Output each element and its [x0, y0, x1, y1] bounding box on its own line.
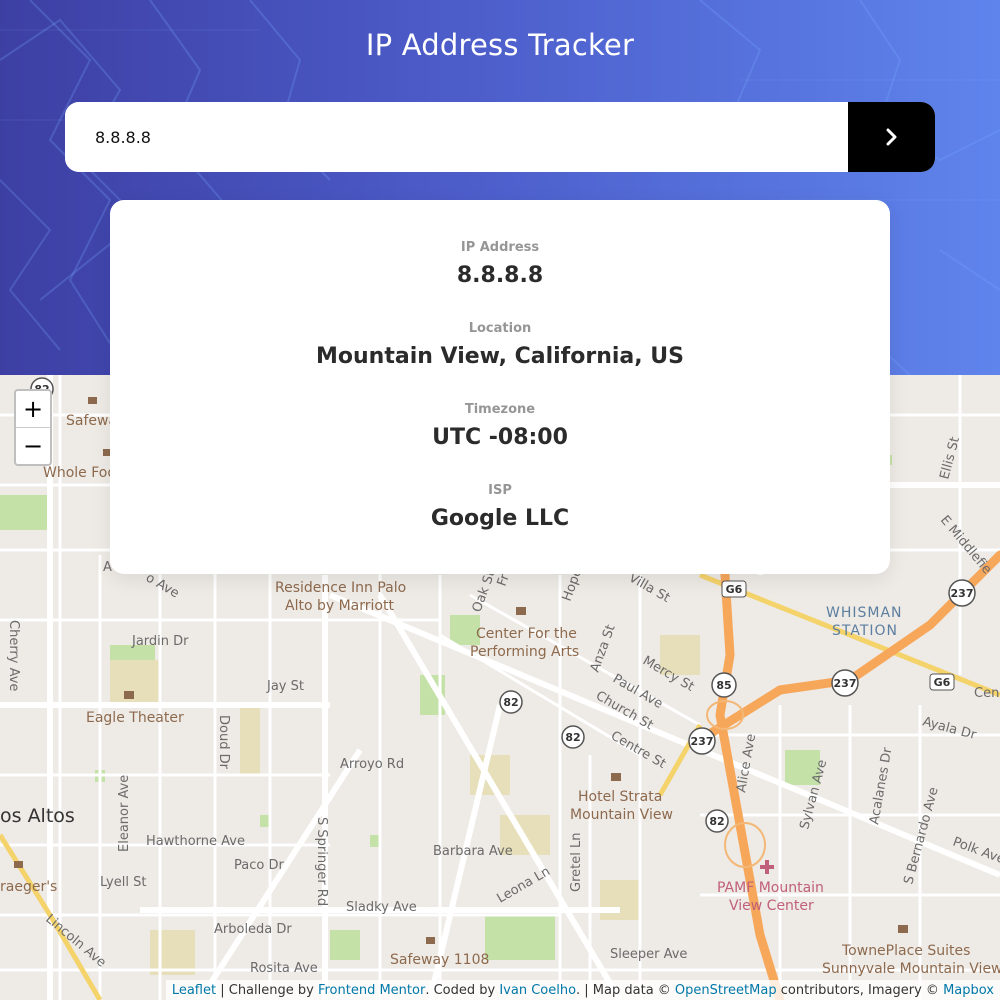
- svg-text:Arroyo Rd: Arroyo Rd: [340, 757, 404, 772]
- svg-text:Hotel Strata: Hotel Strata: [578, 789, 662, 805]
- svg-text:Arboleda Dr: Arboleda Dr: [214, 922, 292, 937]
- svg-text:Jardin Dr: Jardin Dr: [131, 634, 189, 649]
- svg-text:WHISMAN: WHISMAN: [826, 605, 903, 621]
- location-label: Location: [468, 321, 532, 336]
- ip-search-input[interactable]: [65, 102, 848, 172]
- svg-text:Mountain View: Mountain View: [570, 807, 673, 823]
- attribution-text-3: . | Map data ©: [576, 982, 675, 998]
- svg-text:85: 85: [716, 679, 731, 692]
- svg-text:Lyell St: Lyell St: [100, 875, 146, 890]
- svg-text:G6: G6: [726, 583, 743, 596]
- svg-text:os Altos: os Altos: [0, 805, 75, 827]
- isp-value: Google LLC: [430, 506, 570, 531]
- svg-text:View Center: View Center: [729, 898, 814, 914]
- zoom-in-button[interactable]: +: [16, 391, 50, 427]
- location-field: Location Mountain View, California, US: [110, 321, 890, 369]
- svg-text:Eagle Theater: Eagle Theater: [86, 710, 184, 726]
- svg-text:Eleanor Ave: Eleanor Ave: [117, 775, 132, 852]
- ip-address-value: 8.8.8.8: [456, 263, 544, 288]
- timezone-field: Timezone UTC -08:00: [110, 402, 890, 450]
- chevron-right-icon: [886, 128, 896, 146]
- search-bar: [65, 102, 935, 172]
- svg-text:Center For the: Center For the: [476, 626, 577, 642]
- svg-text:Hawthorne Ave: Hawthorne Ave: [146, 834, 245, 849]
- ip-info-card: IP Address 8.8.8.8 Location Mountain Vie…: [110, 200, 890, 574]
- attribution-text-1: | Challenge by: [216, 982, 318, 998]
- page-title: IP Address Tracker: [365, 28, 635, 62]
- ip-address-label: IP Address: [460, 240, 540, 255]
- isp-field: ISP Google LLC: [110, 483, 890, 531]
- svg-text:Whole Foo: Whole Foo: [43, 465, 116, 481]
- svg-text:237: 237: [691, 735, 714, 748]
- svg-text:STATION: STATION: [832, 623, 898, 639]
- timezone-label: Timezone: [464, 402, 536, 417]
- svg-text:Jay St: Jay St: [266, 679, 304, 694]
- svg-text:Alto by Marriott: Alto by Marriott: [285, 598, 394, 614]
- svg-text:237: 237: [834, 677, 857, 690]
- search-submit-button[interactable]: [848, 102, 935, 172]
- svg-text:82: 82: [565, 731, 580, 744]
- svg-text:Sunnyvale Mountain View: Sunnyvale Mountain View: [822, 961, 1000, 977]
- attribution-text-2: . Coded by: [425, 982, 500, 998]
- svg-text:Rosita Ave: Rosita Ave: [250, 961, 318, 976]
- svg-text:Sleeper Ave: Sleeper Ave: [610, 947, 687, 962]
- svg-text:Sladky Ave: Sladky Ave: [346, 900, 417, 915]
- svg-text:Doud Dr: Doud Dr: [216, 715, 231, 770]
- svg-text:Gretel Ln: Gretel Ln: [569, 833, 584, 892]
- svg-text:Paco Dr: Paco Dr: [234, 858, 284, 873]
- svg-text:Cherry Ave: Cherry Ave: [6, 620, 21, 691]
- svg-text:S Springer Rd: S Springer Rd: [314, 817, 329, 906]
- zoom-control: + −: [14, 389, 52, 466]
- svg-text:Cen: Cen: [974, 686, 999, 701]
- svg-text:G6: G6: [934, 676, 951, 689]
- svg-text:Safeway 1108: Safeway 1108: [390, 952, 489, 968]
- isp-label: ISP: [488, 483, 512, 498]
- author-link[interactable]: Ivan Coelho: [499, 983, 576, 998]
- svg-text:PAMF Mountain: PAMF Mountain: [717, 880, 824, 896]
- svg-text:Barbara Ave: Barbara Ave: [433, 844, 513, 859]
- timezone-value: UTC -08:00: [432, 425, 568, 450]
- frontend-mentor-link[interactable]: Frontend Mentor: [318, 983, 425, 998]
- shield-82-a: 82: [503, 696, 518, 709]
- svg-text:Performing Arts: Performing Arts: [470, 644, 579, 660]
- zoom-out-button[interactable]: −: [16, 427, 50, 464]
- svg-text:82: 82: [709, 815, 724, 828]
- attribution-text-4: contributors, Imagery ©: [776, 982, 944, 998]
- map-attribution: Leaflet | Challenge by Frontend Mentor .…: [165, 980, 1000, 1000]
- leaflet-link[interactable]: Leaflet: [172, 983, 216, 998]
- svg-text:237: 237: [951, 587, 974, 600]
- mapbox-link[interactable]: Mapbox: [943, 983, 994, 998]
- svg-text:raeger's: raeger's: [0, 879, 57, 895]
- openstreetmap-link[interactable]: OpenStreetMap: [675, 983, 777, 998]
- ip-address-field: IP Address 8.8.8.8: [110, 240, 890, 288]
- svg-text:TownePlace Suites: TownePlace Suites: [841, 943, 970, 959]
- location-value: Mountain View, California, US: [316, 344, 684, 369]
- svg-text:Residence Inn Palo: Residence Inn Palo: [275, 580, 406, 596]
